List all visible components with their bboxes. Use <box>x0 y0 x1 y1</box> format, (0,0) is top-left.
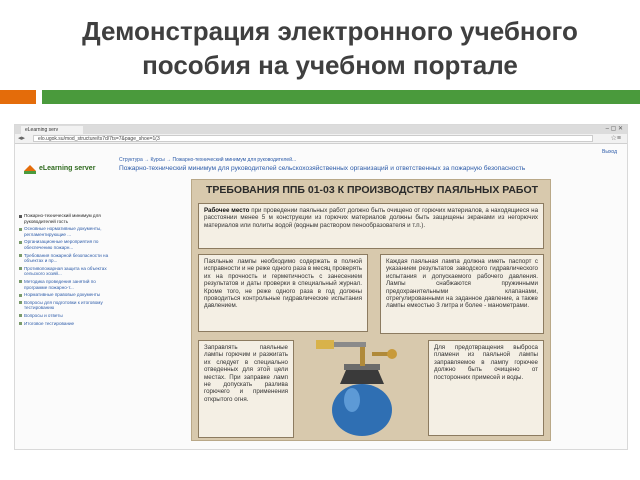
logo[interactable]: eLearning server <box>21 161 121 179</box>
sidebar: Пожарно-технический минимум для руководи… <box>19 213 111 328</box>
menu-icon[interactable]: ☆≡ <box>611 134 621 143</box>
sidebar-item[interactable]: Организационные мероприятия по обеспечен… <box>19 239 111 250</box>
passport-box: Каждая паяльная лампа должна иметь паспо… <box>380 254 544 334</box>
address-bar: ◂▸ elo.ugok.su/mod_structure/ts7d/7ts=7&… <box>15 134 627 144</box>
window-controls-icon[interactable]: – ▢ ✕ <box>606 126 623 133</box>
breadcrumb[interactable]: Структура → Курсы → Пожарно-технический … <box>119 157 296 163</box>
browser-tab-bar: eLearning serv – ▢ ✕ <box>15 125 627 134</box>
sidebar-item[interactable]: Нормативные правовые документы <box>19 292 111 298</box>
workplace-label: Рабочее место <box>204 207 250 214</box>
sidebar-item[interactable]: Пожарно-технический минимум для руководи… <box>19 213 111 224</box>
sidebar-item[interactable]: Требования пожарной безопасности на объе… <box>19 253 111 264</box>
sidebar-item[interactable]: Вопросы для подготовки к итоговому тести… <box>19 300 111 311</box>
course-title: Пожарно-технический минимум для руководи… <box>119 165 526 172</box>
sidebar-item[interactable]: Вопросы и ответы <box>19 313 111 319</box>
logo-icon <box>24 165 36 174</box>
green-accent-bar <box>42 90 640 104</box>
logout-link[interactable]: Выход <box>602 149 617 155</box>
workplace-box: Рабочее место при проведении паяльных ра… <box>198 203 544 249</box>
workplace-text: при проведении паяльных работ должно быт… <box>204 207 539 229</box>
instruction-poster: ТРЕБОВАНИЯ ППБ 01-03 К ПРОИЗВОДСТВУ ПАЯЛ… <box>191 179 551 441</box>
poster-heading: ТРЕБОВАНИЯ ППБ 01-03 К ПРОИЗВОДСТВУ ПАЯЛ… <box>205 184 539 196</box>
sidebar-item[interactable]: Противопожарная защита на объектах сельс… <box>19 266 111 277</box>
orange-accent-bar <box>0 90 36 104</box>
slide-title: Демонстрация электронного учебного пособ… <box>82 16 578 80</box>
logo-text: eLearning server <box>39 165 96 172</box>
browser-tab[interactable]: eLearning serv <box>21 126 83 134</box>
refuel-box: Заправлять паяльные лампы горючим и разж… <box>198 340 294 438</box>
blowtorch-image <box>316 340 397 436</box>
url-field[interactable]: elo.ugok.su/mod_structure/ts7d/7ts=7&pag… <box>33 135 593 142</box>
sidebar-item[interactable]: Основные нормативные документы, регламен… <box>19 226 111 237</box>
sidebar-item[interactable]: Методика проведения занятий по программе… <box>19 279 111 290</box>
browser-screenshot: eLearning serv – ▢ ✕ ◂▸ elo.ugok.su/mod_… <box>14 124 628 450</box>
sidebar-item[interactable]: Итоговое тестирование <box>19 321 111 327</box>
flame-prevention-box: Для предотвращения выброса пламени из па… <box>428 340 544 436</box>
maintenance-box: Паяльные лампы необходимо содержать в по… <box>198 254 368 332</box>
back-icon[interactable]: ◂▸ <box>18 134 25 143</box>
